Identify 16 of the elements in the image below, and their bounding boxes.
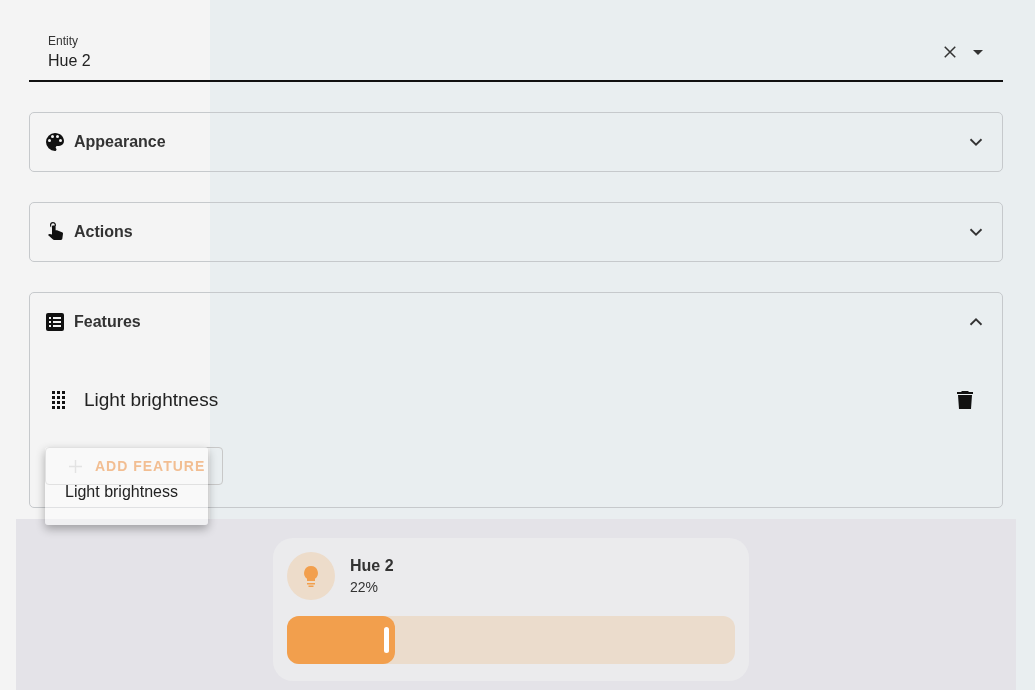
section-title[interactable]: Features — [74, 313, 965, 331]
drag-handle-icon[interactable] — [52, 391, 65, 409]
palette-icon — [43, 130, 67, 154]
dropdown-caret-icon[interactable] — [973, 49, 983, 55]
close-icon[interactable] — [941, 43, 959, 61]
entity-name: Hue 2 — [350, 557, 394, 575]
entity-state: 22% — [350, 579, 380, 595]
feature-name: Light brightness — [84, 389, 220, 411]
section-title[interactable]: Actions — [74, 223, 965, 241]
slider-thumb[interactable] — [383, 627, 389, 653]
field-label: Entity — [48, 34, 79, 48]
section-title[interactable]: Appearance — [74, 133, 965, 151]
list-icon — [43, 310, 67, 334]
field-value: Hue 2 — [48, 52, 92, 70]
brightness-slider[interactable] — [287, 616, 735, 664]
entity-select-field[interactable]: Entity Hue 2 — [29, 22, 1003, 82]
